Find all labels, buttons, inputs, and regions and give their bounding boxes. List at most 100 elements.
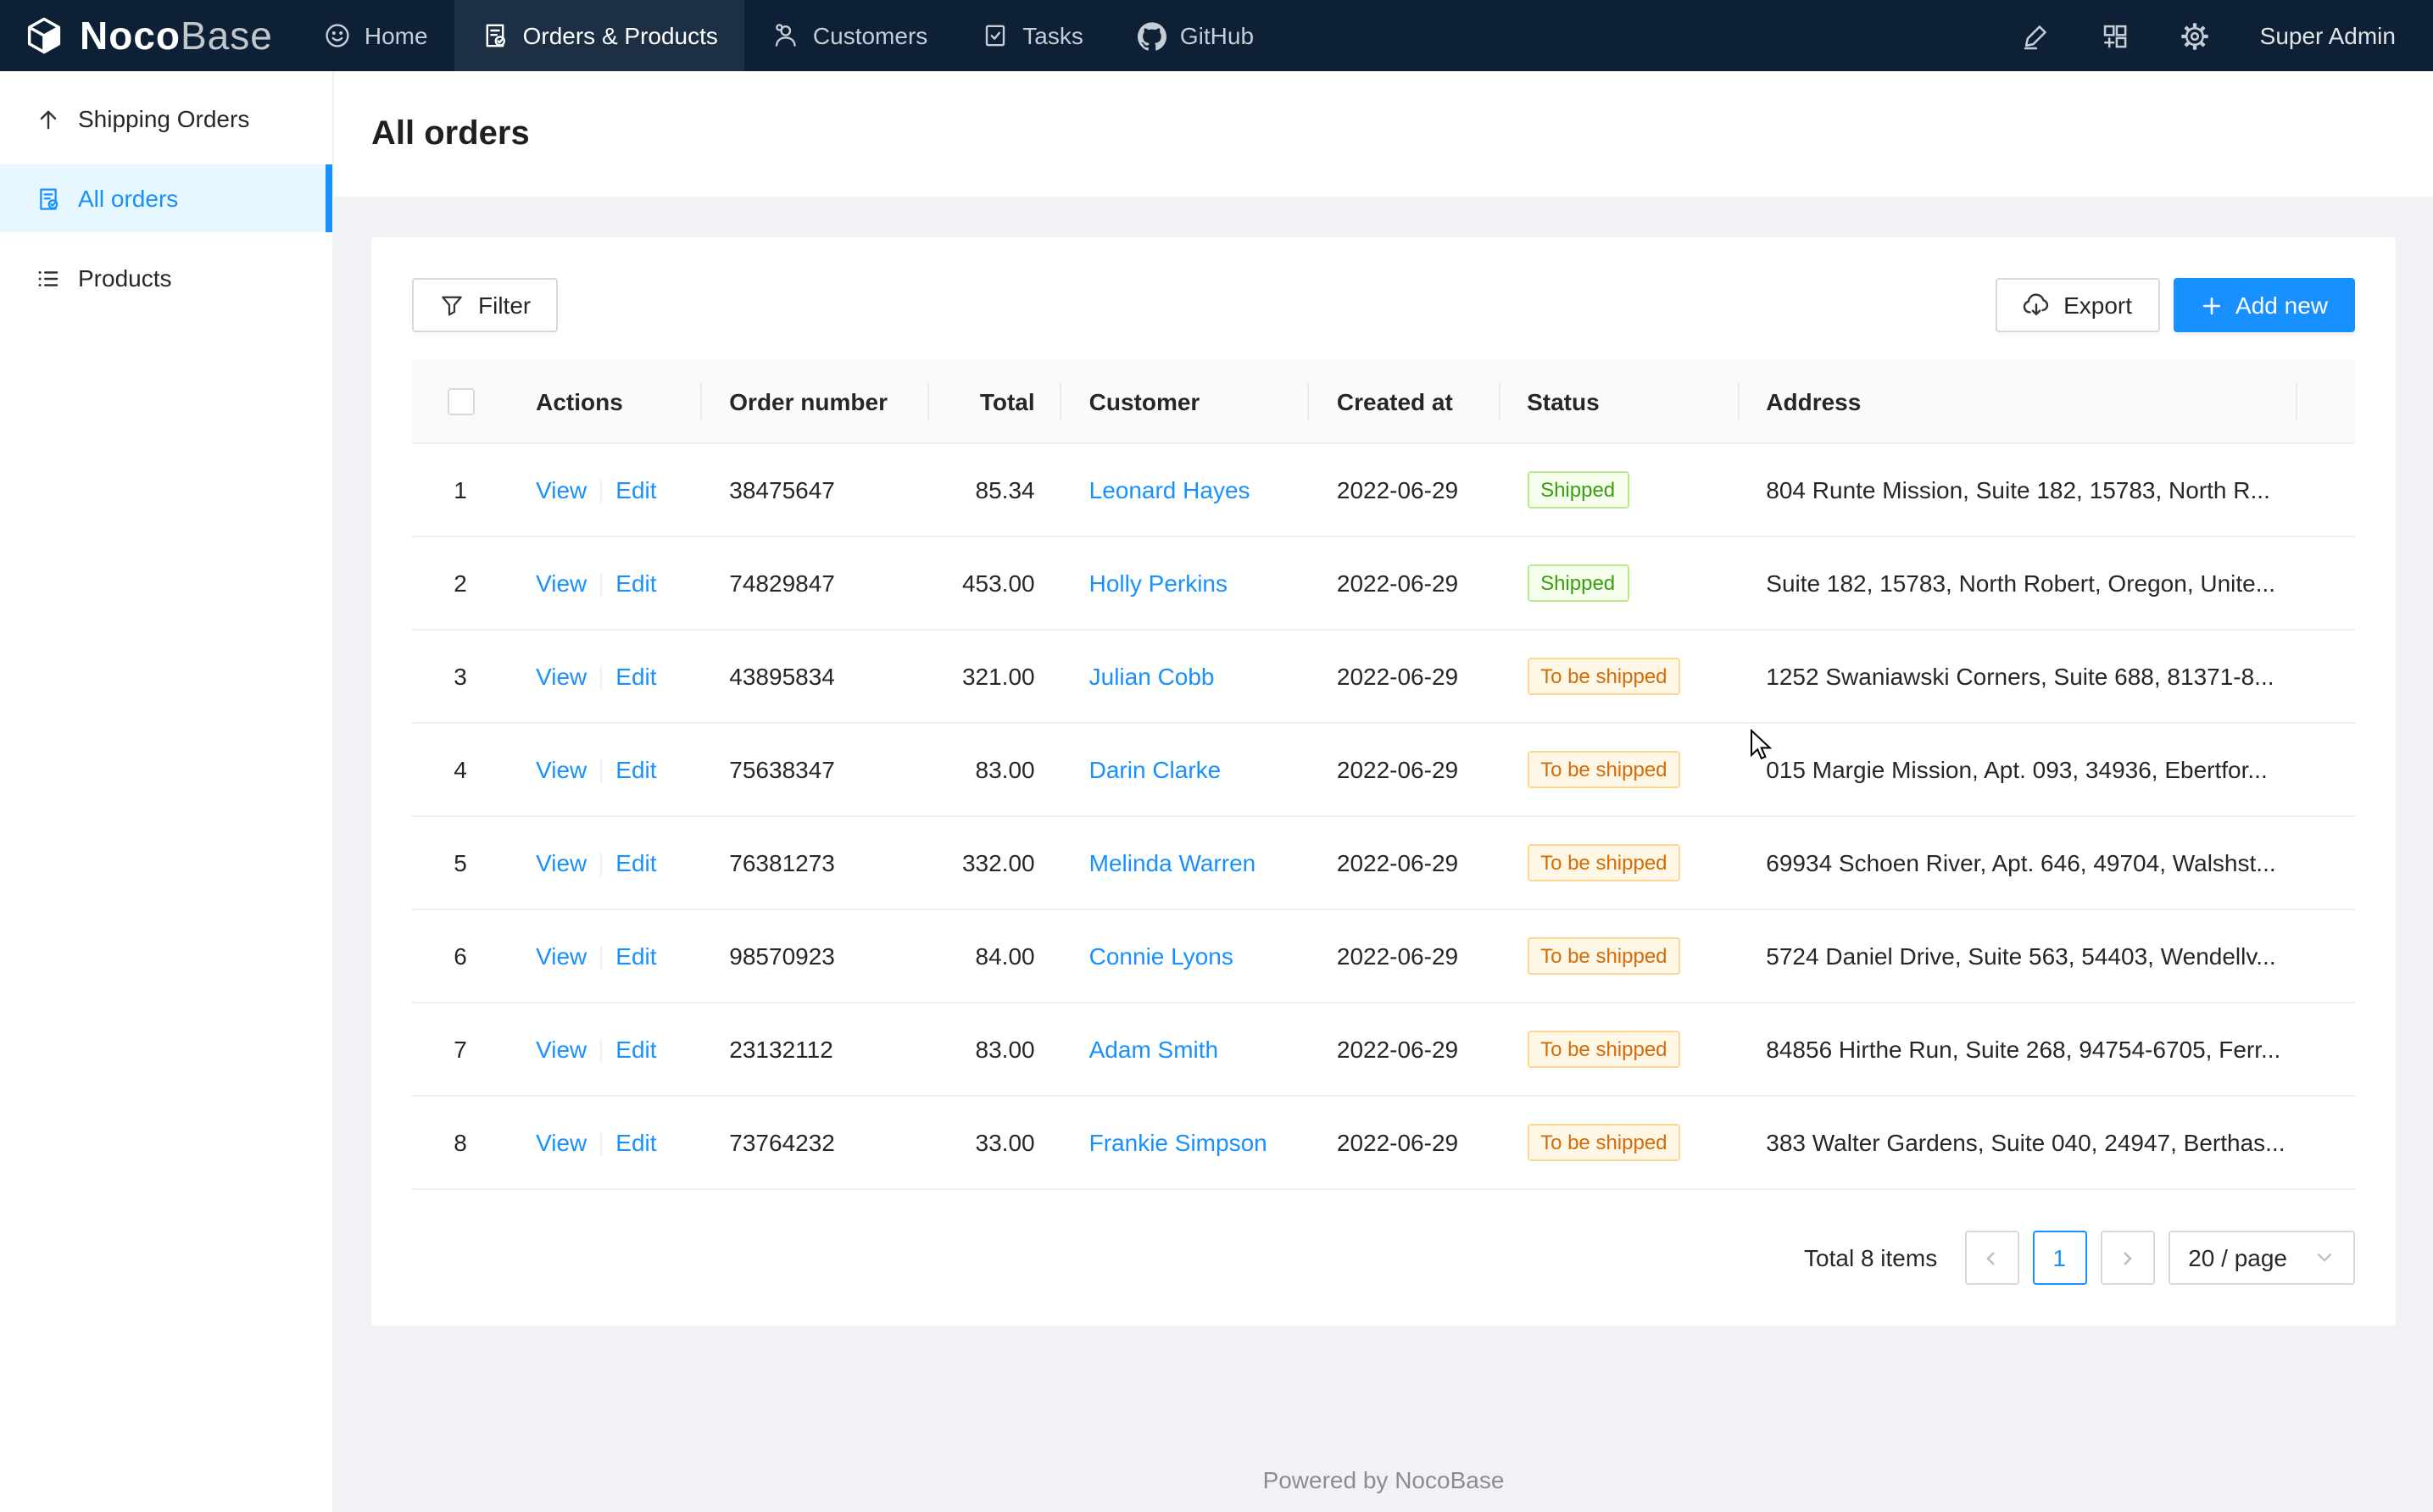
customer-link[interactable]: Darin Clarke (1089, 757, 1222, 784)
main-content: All orders Filter (334, 71, 2433, 1512)
spacer-cell (2297, 911, 2355, 1004)
brand[interactable]: NocoBase (0, 0, 297, 71)
add-new-button[interactable]: Add new (2173, 278, 2355, 332)
view-link[interactable]: View (536, 849, 587, 876)
pagination-page-1[interactable]: 1 (2032, 1231, 2086, 1286)
nav-item-label: Customers (813, 22, 927, 49)
nav-item-github[interactable]: GitHub (1111, 0, 1281, 71)
view-link[interactable]: View (536, 1036, 587, 1063)
row-actions: View Edit (509, 1004, 702, 1098)
status-cell: Shipped (1500, 445, 1739, 538)
row-actions: View Edit (509, 445, 702, 538)
home-smiley-icon (324, 22, 351, 49)
pagination: Total 8 items 1 20 / page (412, 1231, 2355, 1286)
row-index: 6 (412, 911, 509, 1004)
view-link[interactable]: View (536, 942, 587, 970)
customer-cell: Leonard Hayes (1062, 445, 1310, 538)
created-at-cell: 2022-06-29 (1310, 818, 1500, 911)
app-viewport: NocoBase Home (0, 0, 2433, 1512)
column-header-spacer (2297, 359, 2355, 445)
edit-link[interactable]: Edit (615, 570, 656, 597)
sidebar-item-shipping-orders[interactable]: Shipping Orders (0, 85, 332, 153)
edit-link[interactable]: Edit (615, 942, 656, 970)
pagination-next-button[interactable] (2100, 1231, 2154, 1286)
filter-button[interactable]: Filter (412, 278, 558, 332)
nav-item-home[interactable]: Home (297, 0, 455, 71)
page-size-select[interactable]: 20 / page (2168, 1231, 2355, 1286)
nav-item-tasks[interactable]: Tasks (955, 0, 1111, 71)
edit-link[interactable]: Edit (615, 663, 656, 690)
created-at-cell: 2022-06-29 (1310, 1004, 1500, 1098)
view-link[interactable]: View (536, 476, 587, 503)
export-button[interactable]: Export (1996, 278, 2159, 332)
created-at-cell: 2022-06-29 (1310, 725, 1500, 818)
spacer-cell (2297, 725, 2355, 818)
actions-divider (600, 760, 602, 784)
nav-right: Super Admin (2021, 0, 2433, 71)
github-icon (1138, 21, 1166, 50)
row-index: 3 (412, 631, 509, 725)
customer-link[interactable]: Frankie Simpson (1089, 1130, 1267, 1157)
chevron-left-icon (1982, 1249, 2001, 1268)
file-check-icon (482, 22, 509, 49)
column-header-created-at: Created at (1310, 359, 1500, 445)
customer-link[interactable]: Leonard Hayes (1089, 477, 1250, 504)
table-row: 5 ViewEdit 76381273 332.00 Melinda Warre… (412, 818, 2355, 911)
chevron-down-icon (2314, 1248, 2335, 1269)
sidebar-item-products[interactable]: Products (0, 244, 332, 312)
user-menu[interactable]: Super Admin (2260, 22, 2396, 49)
nav-item-label: Tasks (1022, 22, 1083, 49)
view-link[interactable]: View (536, 663, 587, 690)
total-cell: 453.00 (930, 538, 1062, 631)
customer-link[interactable]: Connie Lyons (1089, 943, 1233, 970)
select-all-header (412, 359, 509, 445)
customer-link[interactable]: Julian Cobb (1089, 664, 1215, 691)
nocobase-logo-icon (22, 14, 66, 58)
order-number-cell: 76381273 (702, 818, 929, 911)
customer-link[interactable]: Holly Perkins (1089, 570, 1228, 598)
nav-item-orders-products[interactable]: Orders & Products (455, 0, 745, 71)
table-row: 4 ViewEdit 75638347 83.00 Darin Clarke 2… (412, 725, 2355, 818)
status-cell: To be shipped (1500, 911, 1739, 1004)
view-link[interactable]: View (536, 756, 587, 783)
gear-icon[interactable] (2180, 21, 2209, 50)
address-cell: 5724 Daniel Drive, Suite 563, 54403, Wen… (1739, 911, 2297, 1004)
created-at-cell: 2022-06-29 (1310, 445, 1500, 538)
customer-link[interactable]: Melinda Warren (1089, 850, 1256, 877)
highlighter-icon[interactable] (2021, 21, 2050, 50)
unordered-list-icon (36, 265, 61, 291)
status-cell: Shipped (1500, 538, 1739, 631)
select-all-checkbox[interactable] (447, 389, 474, 416)
sidebar-item-all-orders[interactable]: All orders (0, 164, 332, 232)
nav-item-customers[interactable]: Customers (745, 0, 955, 71)
address-cell: 1252 Swaniawski Corners, Suite 688, 8137… (1739, 631, 2297, 725)
edit-link[interactable]: Edit (615, 476, 656, 503)
row-index: 8 (412, 1098, 509, 1191)
edit-link[interactable]: Edit (615, 1129, 656, 1156)
status-cell: To be shipped (1500, 725, 1739, 818)
edit-link[interactable]: Edit (615, 849, 656, 876)
edit-link[interactable]: Edit (615, 756, 656, 783)
customer-link[interactable]: Adam Smith (1089, 1037, 1219, 1064)
page-title: All orders (371, 114, 530, 153)
column-header-status: Status (1500, 359, 1739, 445)
view-link[interactable]: View (536, 570, 587, 597)
spacer-cell (2297, 538, 2355, 631)
page-body: Filter Export (334, 197, 2433, 1512)
row-index: 4 (412, 725, 509, 818)
order-number-cell: 73764232 (702, 1098, 929, 1191)
status-cell: To be shipped (1500, 1004, 1739, 1098)
edit-link[interactable]: Edit (615, 1036, 656, 1063)
table-row: 2 ViewEdit 74829847 453.00 Holly Perkins… (412, 538, 2355, 631)
spacer-cell (2297, 1004, 2355, 1098)
status-cell: To be shipped (1500, 1098, 1739, 1191)
nav-item-label: Orders & Products (523, 22, 718, 49)
table-row: 8 ViewEdit 73764232 33.00 Frankie Simpso… (412, 1098, 2355, 1191)
blocks-add-icon[interactable] (2101, 21, 2130, 50)
view-link[interactable]: View (536, 1129, 587, 1156)
user-icon (772, 22, 799, 49)
arrow-up-icon (36, 106, 61, 131)
total-cell: 83.00 (930, 725, 1062, 818)
pagination-prev-button[interactable] (1964, 1231, 2018, 1286)
order-number-cell: 43895834 (702, 631, 929, 725)
